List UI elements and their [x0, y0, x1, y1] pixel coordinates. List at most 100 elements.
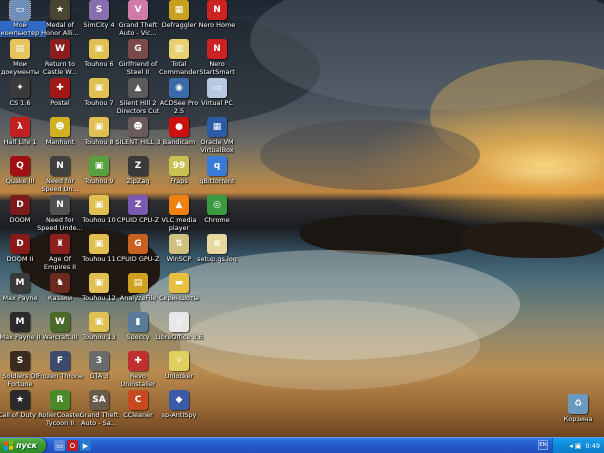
gpu-z-icon: G: [128, 234, 148, 254]
network-icon[interactable]: ▣: [575, 442, 582, 450]
shortcut-label: Virtual PC: [201, 99, 233, 107]
cossacks-icon: ♞: [50, 273, 70, 293]
unlocker-icon: ✧: [169, 351, 189, 371]
shortcut-label: setup.gs.log: [197, 255, 237, 263]
medal-of-honor-icon: ★: [50, 0, 70, 20]
recycle-bin-icon: ♻: [568, 394, 588, 414]
touhou-10-icon: ▣: [89, 195, 109, 215]
wallpaper-rock: [460, 222, 604, 258]
touhou-9-icon: ▣: [89, 156, 109, 176]
start-button[interactable]: пуск: [0, 438, 46, 453]
virtualbox-shortcut[interactable]: ▦ Oracle VM VirtualBox: [191, 117, 243, 156]
shortcut-label: LibreOffice 3.6: [155, 333, 203, 341]
doom-2-icon: D: [10, 234, 30, 254]
my-computer-icon: ▭: [9, 0, 31, 21]
max-payne-2-icon: M: [10, 312, 30, 332]
virtual-pc-icon: ▭: [207, 78, 227, 98]
wallpaper-rock: [300, 215, 480, 255]
log-file-icon: ≡: [207, 234, 227, 254]
girlfriend-of-steel-icon: G: [128, 39, 148, 59]
touhou-11-icon: ▣: [89, 234, 109, 254]
shortcut-label: Скриншоты: [159, 294, 199, 302]
nero-home-shortcut[interactable]: N Nero Home: [191, 0, 243, 39]
shortcut-label: Unlocker: [164, 372, 194, 380]
system-tray: ◂ ▣ 0:49: [552, 438, 604, 453]
shortcut-label: sp-AntiSpy: [161, 411, 197, 419]
bandicam-icon: ●: [169, 117, 189, 137]
shortcut-label: qBittorrent: [199, 177, 235, 185]
touhou-7-icon: ▣: [89, 78, 109, 98]
screenshots-folder-icon: ▬: [169, 273, 189, 293]
gta-3-icon: 3: [89, 351, 109, 371]
soldiers-of-fortune-icon: S: [10, 351, 30, 371]
chrome-icon: ◎: [207, 195, 227, 215]
revo-uninstaller-icon: ✚: [128, 351, 148, 371]
start-label: пуск: [16, 441, 37, 450]
recycle-bin-shortcut[interactable]: ♻ Корзина: [552, 394, 604, 433]
defraggler-icon: ▦: [169, 0, 189, 20]
max-payne-icon: M: [10, 273, 30, 293]
recycle-bin-label: Корзина: [563, 415, 593, 423]
sp-antispy-icon: ◆: [169, 390, 189, 410]
fraps-icon: 99: [169, 156, 189, 176]
desktop[interactable]: ▭ Мой компьютер ★ Medal of Honor Alli... S Si…: [0, 0, 604, 437]
virtualbox-icon: ▦: [207, 117, 227, 137]
sp-antispy-shortcut[interactable]: ◆ sp-AntiSpy: [153, 390, 205, 429]
nero-startsmart-icon: N: [207, 39, 227, 59]
gta-vice-city-icon: V: [128, 0, 148, 20]
quake-3-icon: Q: [10, 156, 30, 176]
zipzag-icon: Z: [128, 156, 148, 176]
wallpaper-cloud: [260, 120, 480, 190]
rollercoaster-tycoon-icon: R: [50, 390, 70, 410]
qbittorrent-shortcut[interactable]: q qBittorrent: [191, 156, 243, 195]
silent-hill-3-icon: ☻: [128, 117, 148, 137]
touhou-13-icon: ▣: [89, 312, 109, 332]
qbittorrent-icon: q: [207, 156, 227, 176]
nfs-underground-2-icon: N: [50, 195, 70, 215]
nero-home-icon: N: [207, 0, 227, 20]
language-indicator[interactable]: EN: [538, 440, 548, 450]
age-of-empires-icon: ♜: [50, 234, 70, 254]
nero-startsmart-shortcut[interactable]: N Nero StartSmart: [191, 39, 243, 78]
taskbar: пуск ▭ O ▶ EN ◂ ▣ 0:49: [0, 437, 604, 453]
show-desktop-icon[interactable]: ▭: [54, 440, 65, 451]
castle-wolfenstein-icon: W: [50, 39, 70, 59]
touhou-8-icon: ▣: [89, 117, 109, 137]
speccy-icon: ▮: [128, 312, 148, 332]
touhou-12-icon: ▣: [89, 273, 109, 293]
cpu-z-icon: Z: [128, 195, 148, 215]
nfs-underground-icon: N: [50, 156, 70, 176]
postal-icon: ✚: [50, 78, 70, 98]
manhunt-icon: ☻: [50, 117, 70, 137]
winscp-icon: ⇅: [169, 234, 189, 254]
libreoffice-shortcut[interactable]: ▯ LibreOffice 3.6: [153, 312, 205, 351]
my-documents-icon: ▤: [10, 39, 30, 59]
windows-logo-icon: [4, 440, 13, 451]
silent-hill-2-icon: ▲: [128, 78, 148, 98]
total-commander-icon: ▥: [169, 39, 189, 59]
opera-icon[interactable]: O: [67, 440, 78, 451]
counter-strike-icon: ✦: [10, 78, 30, 98]
media-player-icon[interactable]: ▶: [80, 440, 91, 451]
vlc-icon: ▲: [169, 195, 189, 215]
shortcut-label: Chrome: [204, 216, 230, 224]
acdsee-icon: ◉: [169, 78, 189, 98]
simcity-icon: S: [89, 0, 109, 20]
gta-san-andreas-icon: SA: [89, 390, 109, 410]
analyzer-icon: ▤: [128, 273, 148, 293]
log-file-shortcut[interactable]: ≡ setup.gs.log: [191, 234, 243, 273]
screenshots-folder-shortcut[interactable]: ▬ Скриншоты: [153, 273, 205, 312]
ccleaner-icon: C: [128, 390, 148, 410]
clock[interactable]: 0:49: [585, 442, 600, 450]
wallpaper-wave: [180, 300, 480, 390]
doom-icon: D: [10, 195, 30, 215]
virtual-pc-shortcut[interactable]: ▭ Virtual PC: [191, 78, 243, 117]
call-of-duty-icon: ★: [10, 390, 30, 410]
volume-icon[interactable]: ◂: [569, 442, 573, 450]
warcraft-3-icon: W: [50, 312, 70, 332]
frozen-throne-icon: F: [50, 351, 70, 371]
shortcut-label: Nero Home: [198, 21, 236, 29]
unlocker-shortcut[interactable]: ✧ Unlocker: [153, 351, 205, 390]
chrome-shortcut[interactable]: ◎ Chrome: [191, 195, 243, 234]
libreoffice-icon: ▯: [169, 312, 189, 332]
